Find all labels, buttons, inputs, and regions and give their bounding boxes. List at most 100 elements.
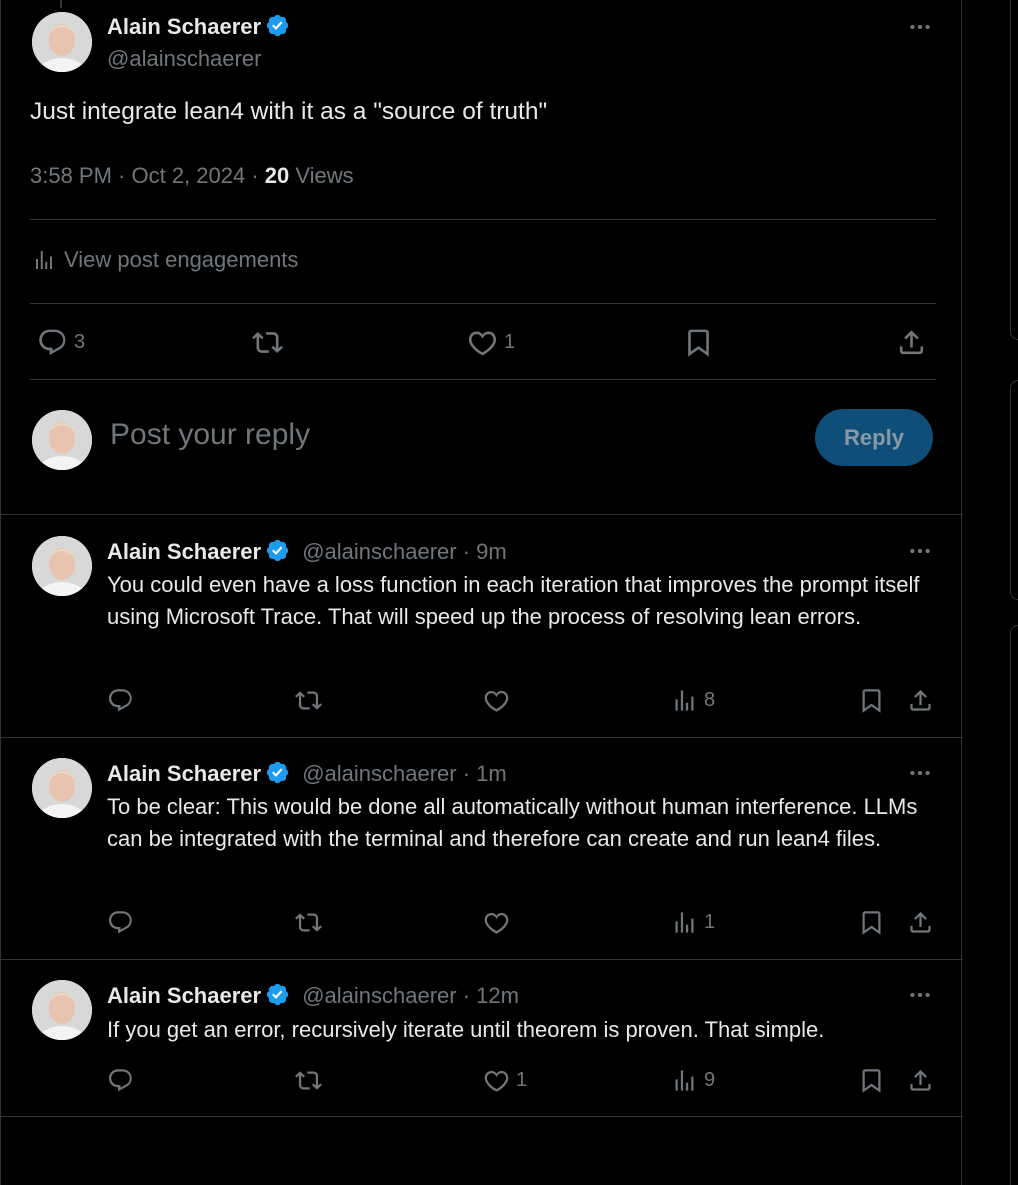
- like-count: 1: [504, 331, 516, 353]
- reply-icon: [37, 327, 68, 358]
- post-text: Just integrate lean4 with it as a "sourc…: [30, 98, 548, 125]
- repost-action[interactable]: [294, 687, 323, 714]
- share-icon: [907, 687, 934, 714]
- retweet-icon: [294, 687, 323, 714]
- like-action[interactable]: 1: [483, 1067, 527, 1094]
- author-handle[interactable]: @alainschaerer: [107, 46, 261, 72]
- share-action[interactable]: [907, 1067, 934, 1094]
- more-icon[interactable]: [907, 982, 933, 1008]
- verified-badge-icon: [265, 982, 290, 1007]
- bookmark-action[interactable]: [858, 687, 885, 714]
- retweet-icon: [251, 327, 284, 358]
- reply-button[interactable]: Reply: [815, 409, 933, 466]
- author-name[interactable]: Alain Schaerer: [107, 761, 261, 786]
- views-count: 8: [704, 689, 716, 711]
- verified-badge-icon: [265, 538, 290, 563]
- views-count: 1: [704, 911, 716, 933]
- share-icon: [896, 327, 927, 358]
- divider: [1, 514, 963, 515]
- author-name[interactable]: Alain Schaerer: [107, 539, 261, 564]
- repost-action[interactable]: [294, 909, 323, 936]
- views-action[interactable]: 1: [671, 909, 715, 936]
- verified-badge-icon: [265, 760, 290, 785]
- like-icon: [483, 1067, 510, 1094]
- sidebar-panel-edge: [1010, 625, 1018, 1185]
- avatar[interactable]: [32, 410, 92, 470]
- divider: [30, 303, 936, 304]
- author-name[interactable]: Alain Schaerer: [107, 983, 261, 1008]
- like-icon: [483, 909, 510, 936]
- reply-action[interactable]: [107, 909, 134, 936]
- conversation-column: Alain Schaerer @alainschaerer Just integ…: [0, 0, 963, 1185]
- like-icon: [483, 687, 510, 714]
- author-meta[interactable]: @alainschaerer · 9m: [302, 539, 507, 564]
- retweet-icon: [294, 1067, 323, 1094]
- avatar[interactable]: [32, 12, 92, 72]
- views-count: 20: [264, 163, 290, 188]
- repost-action[interactable]: [251, 327, 284, 358]
- retweet-icon: [294, 909, 323, 936]
- views-action[interactable]: 9: [671, 1067, 715, 1094]
- share-icon: [907, 909, 934, 936]
- share-icon: [907, 1067, 934, 1094]
- reply-text: To be clear: This would be done all auto…: [107, 794, 918, 851]
- divider: [30, 379, 936, 380]
- reply-count: 3: [74, 331, 86, 353]
- more-icon[interactable]: [907, 538, 933, 564]
- reply-header: Alain Schaerer @alainschaerer · 12m: [107, 982, 519, 1009]
- bookmark-action[interactable]: [858, 909, 885, 936]
- sidebar-panel-edge: [1010, 0, 1018, 340]
- reply-icon: [107, 909, 134, 936]
- bookmark-action[interactable]: [858, 1067, 885, 1094]
- like-count: 1: [516, 1069, 528, 1091]
- like-icon: [467, 327, 498, 358]
- avatar[interactable]: [32, 758, 92, 818]
- reply-action[interactable]: [107, 1067, 134, 1094]
- reply-icon: [107, 1067, 134, 1094]
- reply-header: Alain Schaerer @alainschaerer · 1m: [107, 760, 507, 787]
- like-action[interactable]: [483, 687, 516, 714]
- like-action[interactable]: [483, 909, 516, 936]
- views-count: 9: [704, 1069, 716, 1091]
- reply-text: You could even have a loss function in e…: [107, 572, 920, 629]
- views-action[interactable]: 8: [671, 687, 715, 714]
- divider: [1, 737, 963, 738]
- reply-icon: [107, 687, 134, 714]
- avatar[interactable]: [32, 980, 92, 1040]
- bookmark-action[interactable]: [683, 327, 714, 358]
- reply-action[interactable]: [107, 687, 134, 714]
- avatar[interactable]: [32, 536, 92, 596]
- analytics-icon: [32, 248, 56, 272]
- sidebar-panel-edge: [1010, 380, 1018, 600]
- bookmark-icon: [858, 687, 885, 714]
- thread-line: [60, 0, 62, 8]
- like-action[interactable]: 1: [467, 327, 515, 358]
- author-name[interactable]: Alain Schaerer: [107, 14, 261, 39]
- divider: [1, 959, 963, 960]
- bookmark-icon: [683, 327, 714, 358]
- reply-header: Alain Schaerer @alainschaerer · 9m: [107, 538, 507, 565]
- repost-action[interactable]: [294, 1067, 323, 1094]
- post-time[interactable]: 3:58 PM · Oct 2, 2024 ·: [30, 163, 265, 188]
- analytics-icon: [671, 909, 698, 936]
- share-action[interactable]: [896, 327, 927, 358]
- verified-badge-icon: [265, 13, 290, 38]
- reply-input[interactable]: Post your reply: [110, 418, 310, 452]
- divider: [30, 219, 936, 220]
- author-meta[interactable]: @alainschaerer · 1m: [302, 761, 507, 786]
- engagements-label: View post engagements: [64, 247, 299, 272]
- bookmark-icon: [858, 909, 885, 936]
- author-meta[interactable]: @alainschaerer · 12m: [302, 983, 519, 1008]
- more-icon[interactable]: [907, 760, 933, 786]
- analytics-icon: [671, 687, 698, 714]
- author-name-row[interactable]: Alain Schaerer: [107, 13, 290, 40]
- views-label: Views: [289, 163, 354, 188]
- reply-action[interactable]: 3: [37, 327, 85, 358]
- share-action[interactable]: [907, 687, 934, 714]
- share-action[interactable]: [907, 909, 934, 936]
- post-meta: 3:58 PM · Oct 2, 2024 · 20 Views: [30, 163, 354, 189]
- view-engagements-link[interactable]: View post engagements: [32, 247, 298, 273]
- more-icon[interactable]: [907, 14, 933, 40]
- bookmark-icon: [858, 1067, 885, 1094]
- reply-text: If you get an error, recursively iterate…: [107, 1017, 825, 1042]
